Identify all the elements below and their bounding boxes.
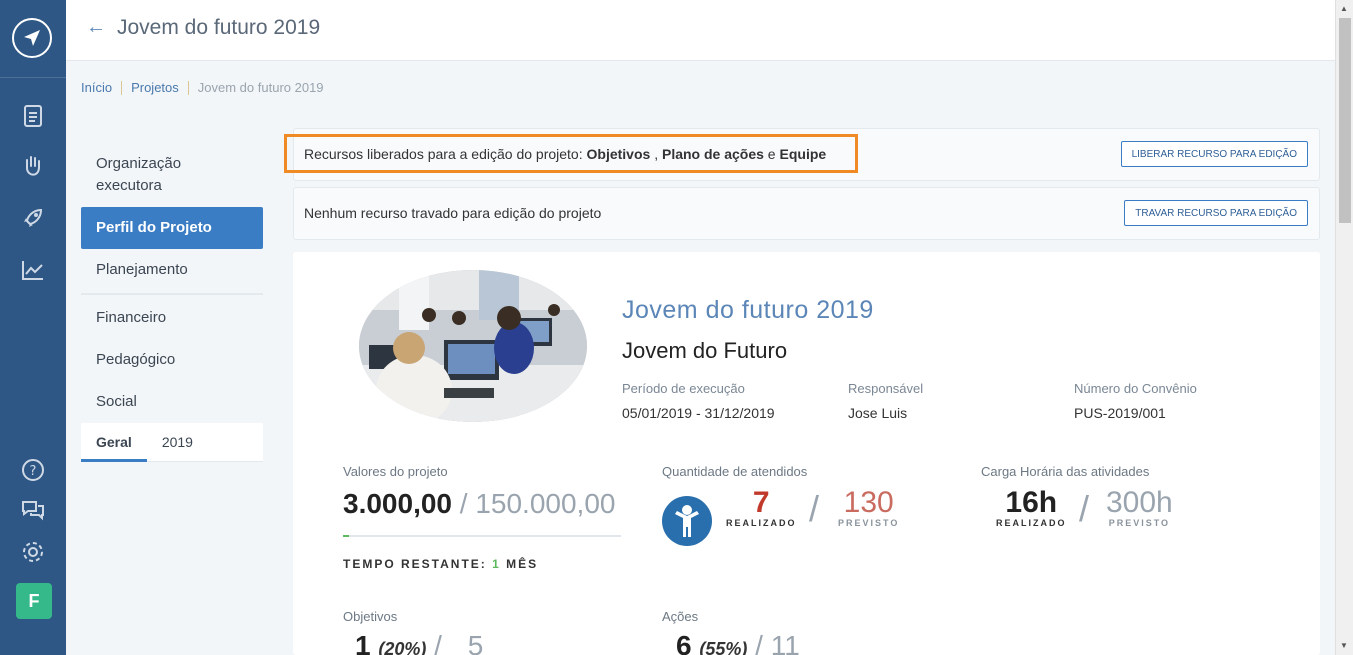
hours-slash: / [1079,488,1090,529]
attendees-realized-caption: REALIZADO [726,518,797,528]
release-resource-button[interactable]: LIBERAR RECURSO PARA EDIÇÃO [1120,141,1308,167]
values-figure: 3.000,00 / 150.000,00 [343,488,615,520]
hours-realized-value: 16h [1005,486,1058,519]
values-label: Valores do projeto [343,464,448,479]
period-value: 05/01/2019 - 31/12/2019 [622,405,775,421]
time-remaining-unit: MÊS [500,557,539,571]
period-label: Período de execução [622,381,745,396]
hours-planned: 300h PREVISTO [1106,486,1173,528]
project-photo [359,270,587,422]
document-icon[interactable] [19,102,47,130]
menu-item-pedagogico[interactable]: Pedagógico [81,339,263,381]
hours-realized-caption: REALIZADO [996,518,1067,528]
attendees-slash: / [809,488,820,529]
menu-item-social[interactable]: Social [81,381,263,423]
scroll-thumb[interactable] [1339,18,1351,223]
attendees-planned-value: 130 [843,486,894,519]
agreement-label: Número do Convênio [1074,381,1197,396]
page-title: Jovem do futuro 2019 [117,16,321,39]
objectives-realized: 1 [355,630,371,655]
actions-realized: 6 [676,630,692,655]
attendees-planned-caption: PREVISTO [838,518,900,528]
objectives-pct: (20%) [378,639,427,655]
lock-resource-button[interactable]: TRAVAR RECURSO PARA EDIÇÃO [1124,200,1308,226]
chart-icon[interactable] [19,256,47,284]
locked-resources-bar: Nenhum recurso travado para edição do pr… [293,187,1320,240]
values-progress-bar [343,535,621,537]
responsible-label: Responsável [848,381,924,396]
period-tabs: Geral 2019 [81,423,263,462]
actions-slash: / [755,630,763,655]
rail-divider [0,77,66,78]
responsible-value: Jose Luis [848,405,908,421]
hours-planned-value: 300h [1106,486,1173,519]
user-avatar[interactable]: F [16,583,52,619]
menu-item-financeiro[interactable]: Financeiro [81,297,263,339]
tab-2019[interactable]: 2019 [147,423,208,462]
breadcrumb-home-link[interactable]: Início [81,80,112,95]
hours-label: Carga Horária das atividades [981,464,1150,479]
attendees-label: Quantidade de atendidos [662,464,808,479]
breadcrumb: Início Projetos Jovem do futuro 2019 [81,80,324,95]
menu-item-planejamento[interactable]: Planejamento [81,249,263,291]
actions-planned: 11 [770,630,800,655]
project-profile-card: Jovem do futuro 2019 Jovem do Futuro Per… [293,252,1320,655]
menu-divider [81,293,263,295]
hours-realized: 16h REALIZADO [996,486,1067,528]
hand-heart-icon[interactable] [19,153,47,181]
hours-planned-caption: PREVISTO [1108,518,1171,528]
help-icon[interactable]: ? [19,456,47,484]
project-side-menu: Organização executora Perfil do Projeto … [81,143,263,462]
values-slash: / [459,488,468,519]
agreement-value: PUS-2019/001 [1074,405,1166,421]
values-planned: 150.000,00 [475,488,616,519]
chat-icon[interactable] [19,496,47,524]
values-realized: 3.000,00 [343,488,452,519]
project-subtitle: Jovem do Futuro [622,338,788,363]
left-rail: ? F [0,0,66,655]
page-scrollbar[interactable]: ▲ ▼ [1335,0,1353,655]
breadcrumb-separator [121,80,123,95]
values-progress-fill [343,535,349,537]
actions-label: Ações [662,609,699,624]
attendees-planned: 130 PREVISTO [838,486,899,528]
attendees-realized: 7 REALIZADO [726,486,797,528]
scroll-up-arrow-icon[interactable]: ▲ [1340,4,1348,13]
menu-item-perfil[interactable]: Perfil do Projeto [81,207,263,249]
breadcrumb-separator [187,80,189,95]
highlight-box [284,134,858,173]
app-logo-icon[interactable] [12,18,52,58]
time-remaining-number: 1 [492,557,501,571]
rocket-icon[interactable] [19,204,47,232]
breadcrumb-projects-link[interactable]: Projetos [131,80,179,95]
back-arrow-icon[interactable]: ← [86,16,106,39]
actions-pct: (55%) [699,639,748,655]
breadcrumb-current: Jovem do futuro 2019 [197,80,324,95]
objectives-slash: / [434,630,442,655]
person-icon [662,496,712,546]
objectives-label: Objetivos [343,609,398,624]
attendees-realized-value: 7 [752,486,770,519]
project-title: Jovem do futuro 2019 [622,296,874,324]
objectives-planned: 5 [467,630,484,655]
time-remaining: TEMPO RESTANTE: 1 MÊS [343,557,538,571]
tab-geral[interactable]: Geral [81,423,147,462]
time-remaining-label: TEMPO RESTANTE: [343,557,493,571]
locked-resources-text: Nenhum recurso travado para edição do pr… [304,205,602,221]
actions-figure: 6 (55%) / 11 [676,630,800,655]
settings-gear-icon[interactable] [19,538,47,566]
scroll-down-arrow-icon[interactable]: ▼ [1340,641,1348,650]
svg-text:?: ? [30,464,37,479]
objectives-figure: 1 (20%) / 5 [355,630,483,655]
page-header: ← Jovem do futuro 2019 [66,0,1335,61]
menu-item-organizacao[interactable]: Organização executora [81,143,211,207]
